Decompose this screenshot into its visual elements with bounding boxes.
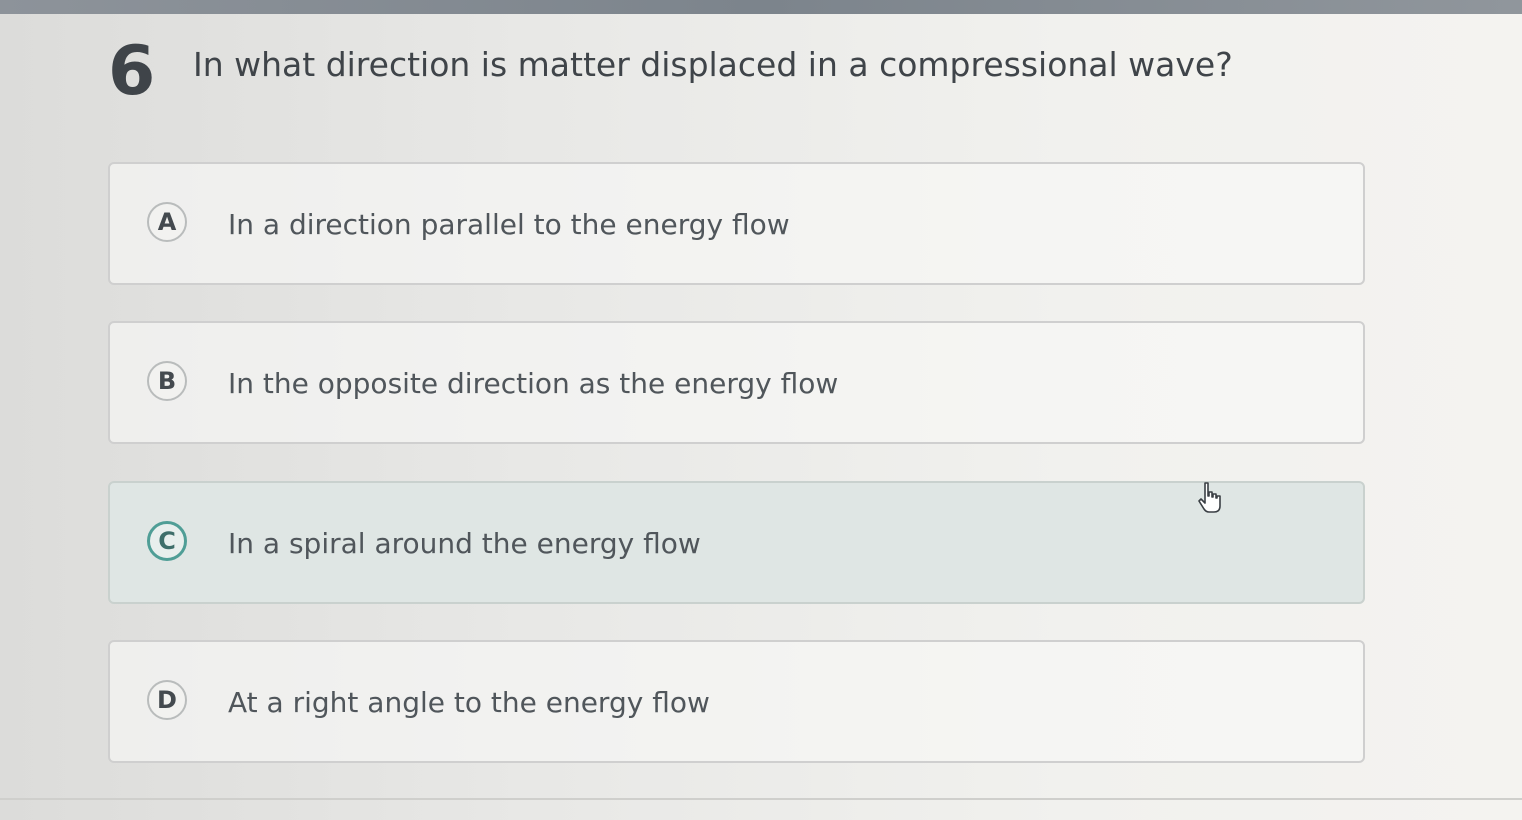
answer-option-a[interactable]: A In a direction parallel to the energy … [108, 162, 1365, 285]
option-d-text: At a right angle to the energy flow [228, 686, 710, 719]
answer-option-d[interactable]: D At a right angle to the energy flow [108, 640, 1365, 763]
option-letter-d-badge: D [147, 680, 187, 720]
option-letter-c-badge: C [147, 521, 187, 561]
answer-option-b[interactable]: B In the opposite direction as the energ… [108, 321, 1365, 444]
browser-top-bar [0, 0, 1522, 14]
question-text: In what direction is matter displaced in… [193, 45, 1233, 84]
answer-option-c[interactable]: C In a spiral around the energy flow [108, 481, 1365, 604]
option-a-text: In a direction parallel to the energy fl… [228, 208, 790, 241]
page-bottom-divider [0, 798, 1522, 800]
option-b-text: In the opposite direction as the energy … [228, 367, 839, 400]
option-letter-b-badge: B [147, 361, 187, 401]
question-number: 6 [108, 32, 156, 111]
option-c-text: In a spiral around the energy flow [228, 527, 701, 560]
hand-pointer-icon [1198, 482, 1221, 513]
option-letter-a-badge: A [147, 202, 187, 242]
